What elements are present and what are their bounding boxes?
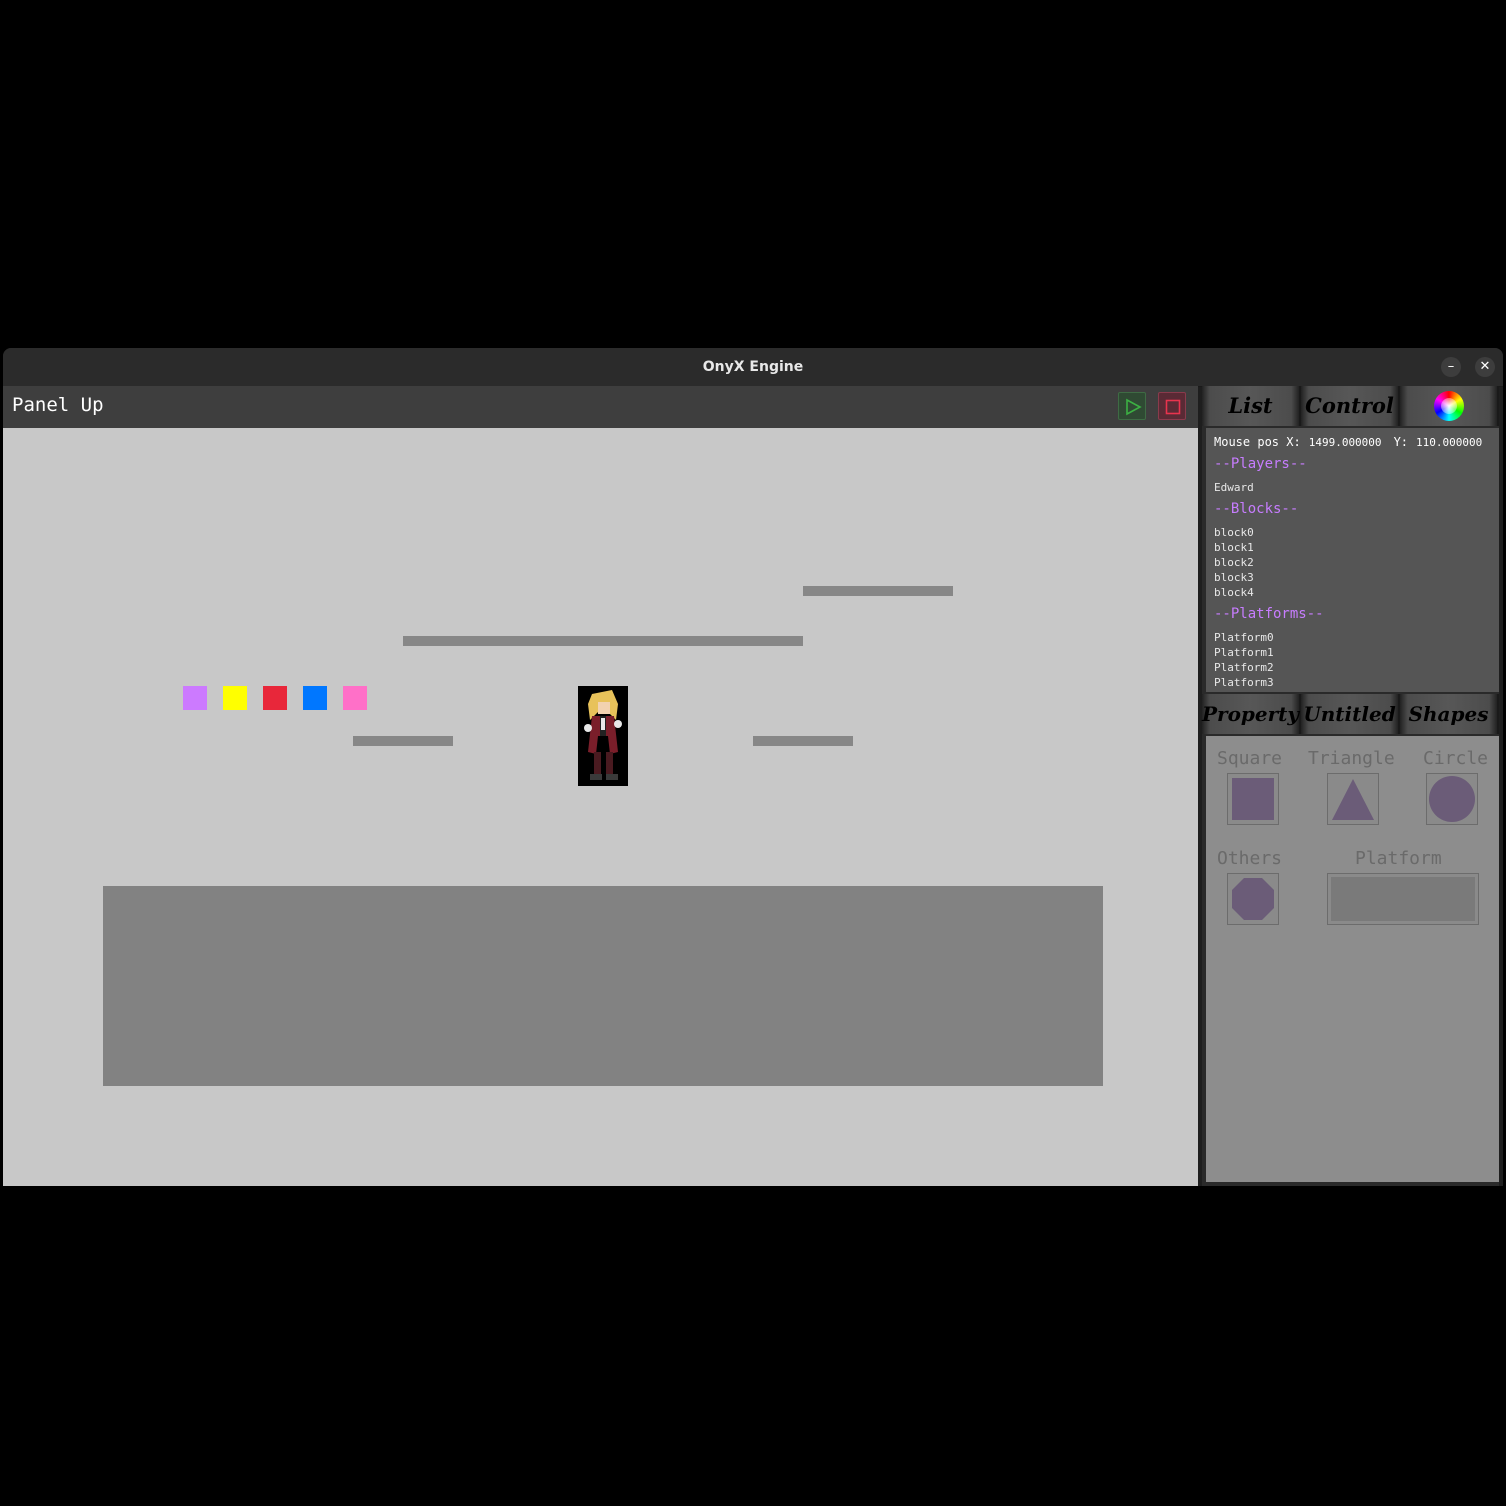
player-sprite[interactable] xyxy=(578,686,628,786)
close-button[interactable]: ✕ xyxy=(1475,357,1495,377)
panel-up-label: Panel Up xyxy=(12,394,104,416)
others-label: Others xyxy=(1217,848,1283,869)
platform-label: Platform xyxy=(1355,848,1442,869)
list-item-block[interactable]: block0 xyxy=(1214,526,1254,539)
platforms-heading: --Platforms-- xyxy=(1214,606,1324,622)
list-item-block[interactable]: block1 xyxy=(1214,541,1254,554)
list-tab-bar: List Control xyxy=(1202,386,1499,426)
block-purple[interactable] xyxy=(183,686,207,710)
octagon-icon xyxy=(1232,878,1274,920)
triangle-shape-button[interactable] xyxy=(1327,773,1379,825)
block-yellow[interactable] xyxy=(223,686,247,710)
tab-list[interactable]: List xyxy=(1202,386,1301,426)
title-bar: OnyX Engine – ✕ xyxy=(3,348,1503,387)
platform-shape-button[interactable] xyxy=(1327,873,1479,925)
platform-long-middle[interactable] xyxy=(403,636,803,646)
block-red[interactable] xyxy=(263,686,287,710)
platform-small-right[interactable] xyxy=(753,736,853,746)
circle-shape-button[interactable] xyxy=(1426,773,1478,825)
list-item-block[interactable]: block4 xyxy=(1214,586,1254,599)
stop-icon xyxy=(1165,399,1181,415)
platform-upper-right[interactable] xyxy=(803,586,953,596)
mouse-x-label: Mouse pos X: xyxy=(1214,435,1301,449)
app-window: OnyX Engine – ✕ Panel Up List Control Mo… xyxy=(3,348,1503,1186)
list-item-block[interactable]: block2 xyxy=(1214,556,1254,569)
mouse-position-readout: Mouse pos X: 1499.000000 Y: 110.000000 xyxy=(1214,435,1482,449)
mouse-y-value: 110.000000 xyxy=(1416,436,1483,449)
panel-up-toolbar: Panel Up xyxy=(3,386,1198,428)
stop-button[interactable] xyxy=(1158,392,1186,420)
object-list-panel: Mouse pos X: 1499.000000 Y: 110.000000 --Pl… xyxy=(1206,428,1499,692)
square-label: Square xyxy=(1217,748,1283,769)
circle-label: Circle xyxy=(1423,748,1489,769)
tab-untitled[interactable]: Untitled xyxy=(1301,694,1401,734)
ground-block[interactable] xyxy=(103,886,1103,1086)
triangle-icon xyxy=(1332,779,1374,820)
minimize-button[interactable]: – xyxy=(1441,357,1461,377)
list-item-platform[interactable]: Platform2 xyxy=(1214,661,1274,674)
list-item-block[interactable]: block3 xyxy=(1214,571,1254,584)
tab-property[interactable]: Property xyxy=(1202,694,1302,734)
window-title: OnyX Engine xyxy=(702,359,804,375)
play-icon xyxy=(1126,398,1142,416)
block-blue[interactable] xyxy=(303,686,327,710)
octagon-shape-button[interactable] xyxy=(1227,873,1279,925)
list-item-platform[interactable]: Platform1 xyxy=(1214,646,1274,659)
shapes-panel: Square Triangle Circle Others Platform xyxy=(1206,736,1499,1182)
block-pink[interactable] xyxy=(343,686,367,710)
properties-tab-bar: Property Untitled Shapes xyxy=(1202,694,1499,734)
players-heading: --Players-- xyxy=(1214,456,1307,472)
list-item-platform[interactable]: Platform0 xyxy=(1214,631,1274,644)
list-item-platform[interactable]: Platform3 xyxy=(1214,676,1274,689)
platform-small-left[interactable] xyxy=(353,736,453,746)
blocks-heading: --Blocks-- xyxy=(1214,501,1299,517)
right-sidebar: List Control Mouse pos X: 1499.000000 Y: 11… xyxy=(1202,386,1499,1186)
platform-preview xyxy=(1331,877,1475,921)
mouse-x-value: 1499.000000 xyxy=(1308,436,1382,449)
square-shape-button[interactable] xyxy=(1227,773,1279,825)
tab-color[interactable] xyxy=(1400,386,1499,426)
play-button[interactable] xyxy=(1118,392,1146,420)
tab-control[interactable]: Control xyxy=(1301,386,1400,426)
tab-shapes[interactable]: Shapes xyxy=(1400,694,1499,734)
mouse-y-label: Y: xyxy=(1393,435,1409,449)
player-character-icon xyxy=(578,686,628,786)
list-item-player[interactable]: Edward xyxy=(1214,481,1254,494)
scene-viewport[interactable] xyxy=(3,428,1198,1186)
square-icon xyxy=(1232,778,1274,820)
triangle-label: Triangle xyxy=(1308,748,1395,769)
color-wheel-icon xyxy=(1433,391,1464,421)
circle-icon xyxy=(1429,776,1475,822)
